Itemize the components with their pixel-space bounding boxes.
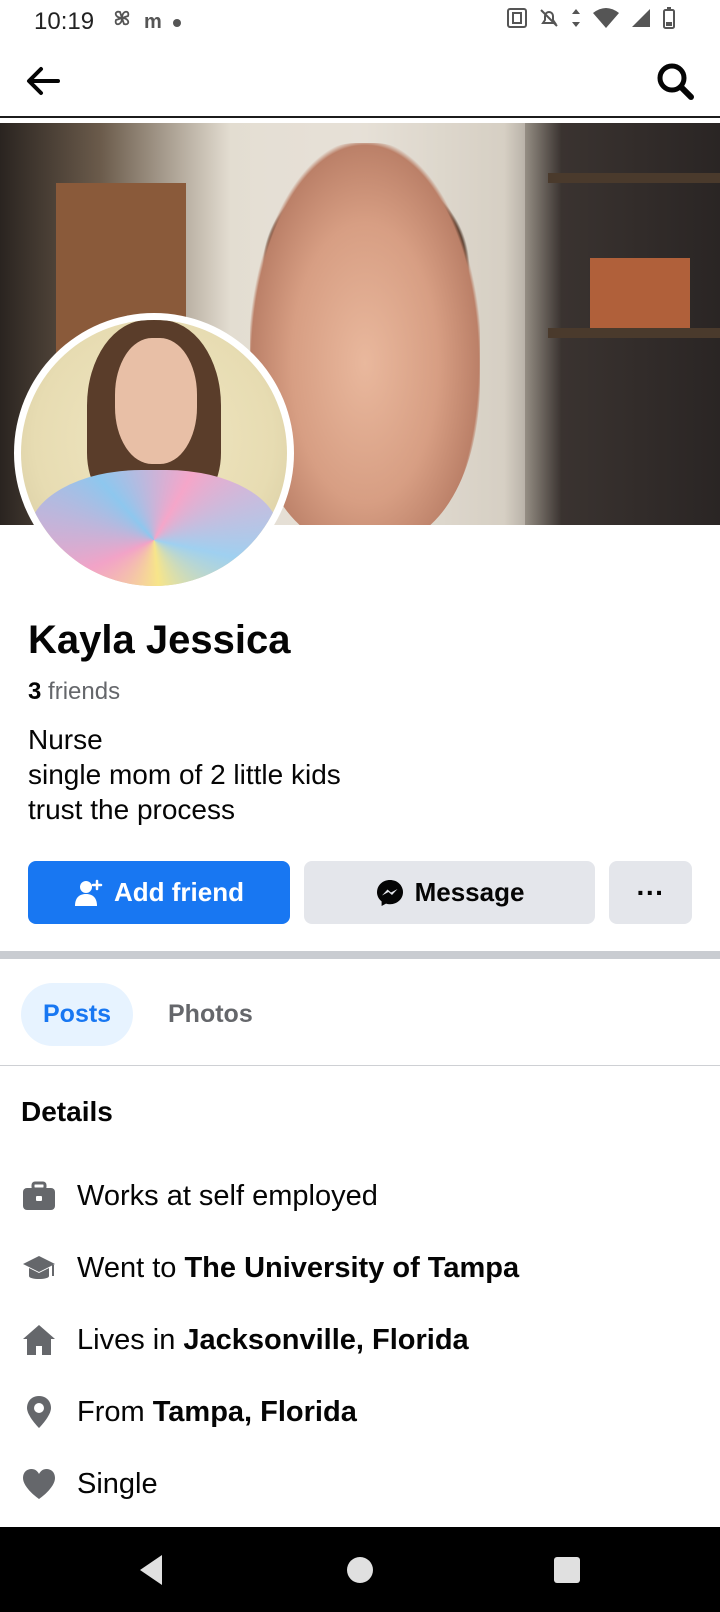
status-time: 10:19: [34, 8, 95, 35]
dot-icon: [172, 8, 182, 36]
more-icon: ···: [636, 876, 665, 908]
status-bar: 10:19 m: [0, 0, 720, 44]
cover-shelf: [548, 328, 720, 338]
profile-name: Kayla Jessica: [28, 618, 291, 662]
battery-icon: [662, 6, 676, 38]
more-options-button[interactable]: ···: [609, 861, 692, 924]
details-title: Details: [21, 1096, 113, 1127]
bell-off-icon: [538, 7, 560, 37]
cover-shelf: [548, 173, 720, 183]
pinwheel-icon: [110, 6, 134, 38]
signal-icon: [630, 7, 652, 37]
tab-posts[interactable]: Posts: [21, 983, 134, 1046]
detail-from-city[interactable]: Tampa, Florida: [153, 1396, 357, 1428]
nav-home-button[interactable]: [341, 1551, 379, 1589]
arrow-left-icon: [27, 67, 60, 95]
detail-relationship-text: Single: [77, 1467, 158, 1500]
square-recents-icon: [554, 1557, 580, 1583]
add-friend-label: Add friend: [114, 877, 244, 907]
triangle-back-icon: [140, 1555, 162, 1585]
status-right-icons: [506, 6, 676, 38]
detail-education-school[interactable]: The University of Tampa: [184, 1252, 519, 1284]
detail-text: From Tampa, Florida: [77, 1396, 357, 1429]
profile-tabs: Posts Photos: [0, 959, 720, 1066]
heart-icon: [21, 1466, 57, 1502]
search-button[interactable]: [654, 60, 696, 102]
detail-from-prefix: From: [77, 1395, 153, 1428]
search-icon: [657, 63, 694, 100]
friends-count[interactable]: 3 friends: [28, 678, 120, 706]
detail-education: Went to The University of Tampa: [21, 1248, 519, 1288]
detail-education-prefix: Went to: [77, 1251, 185, 1284]
detail-text: Lives in Jacksonville, Florida: [77, 1324, 469, 1357]
avatar: [21, 320, 287, 586]
profile-picture[interactable]: [14, 313, 294, 593]
add-friend-button[interactable]: Add friend: [28, 861, 290, 924]
bio-line: trust the process: [28, 794, 235, 825]
detail-work: Works at self employed: [21, 1176, 378, 1216]
briefcase-icon: [21, 1178, 57, 1214]
detail-relationship: Single: [21, 1464, 158, 1504]
detail-lives-city[interactable]: Jacksonville, Florida: [183, 1324, 468, 1356]
profile-bio: Nurse single mom of 2 little kids trust …: [28, 722, 341, 827]
nav-back-button[interactable]: [134, 1551, 172, 1589]
bio-line: Nurse: [28, 724, 103, 755]
cover-box: [590, 258, 690, 328]
wifi-icon: [592, 7, 620, 37]
avatar-face: [115, 338, 197, 464]
android-nav-bar: [0, 1527, 720, 1612]
detail-work-text: Works at self employed: [77, 1179, 378, 1212]
tab-photos[interactable]: Photos: [146, 983, 275, 1046]
detail-lives: Lives in Jacksonville, Florida: [21, 1320, 469, 1360]
nav-recents-button[interactable]: [548, 1551, 586, 1589]
friends-number: 3: [28, 678, 42, 705]
detail-lives-prefix: Lives in: [77, 1323, 184, 1356]
status-left-icons: m: [110, 8, 182, 36]
add-friend-icon: [75, 879, 103, 906]
bio-line: single mom of 2 little kids: [28, 759, 341, 790]
detail-text: Went to The University of Tampa: [77, 1252, 519, 1285]
messenger-icon: [376, 879, 403, 906]
detail-text: Single: [77, 1468, 158, 1501]
circle-home-icon: [347, 1557, 373, 1583]
friends-label: friends: [48, 678, 121, 705]
location-pin-icon: [21, 1394, 57, 1430]
message-label: Message: [414, 877, 525, 907]
data-arrows-icon: [570, 7, 582, 37]
graduation-cap-icon: [21, 1250, 57, 1286]
nfc-icon: [506, 7, 528, 37]
back-button[interactable]: [22, 60, 64, 102]
section-divider: [0, 951, 720, 959]
message-button[interactable]: Message: [304, 861, 595, 924]
app-header: [0, 44, 720, 118]
m-zone-icon: m: [144, 11, 162, 33]
detail-from: From Tampa, Florida: [21, 1392, 357, 1432]
profile-actions: Add friend Message ···: [28, 861, 692, 924]
home-icon: [21, 1322, 57, 1358]
detail-text: Works at self employed: [77, 1180, 378, 1213]
avatar-shirt: [29, 470, 279, 586]
